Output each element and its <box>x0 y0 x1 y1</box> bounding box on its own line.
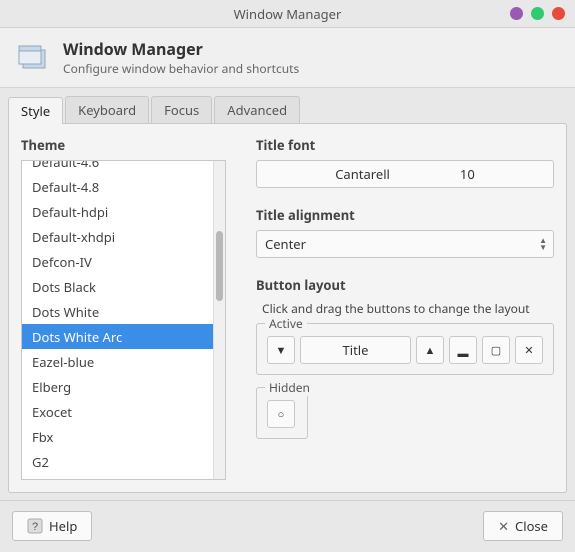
header-text: Window Manager Configure window behavior… <box>63 38 299 77</box>
help-button[interactable]: ? Help <box>12 511 92 541</box>
stick-button[interactable]: ○ <box>267 400 295 428</box>
header: Window Manager Configure window behavior… <box>0 28 575 88</box>
shade-button[interactable]: ▲ <box>416 336 444 364</box>
title-font-section: Title font Cantarell 10 <box>256 136 554 188</box>
footer: ? Help ✕ Close <box>0 500 575 552</box>
button-layout-section: Button layout Click and drag the buttons… <box>256 276 554 451</box>
tab-bar: Style Keyboard Focus Advanced <box>0 88 575 123</box>
theme-item[interactable]: Default-xhdpi <box>22 224 213 249</box>
theme-item[interactable]: Default-hdpi <box>22 199 213 224</box>
window-title: Window Manager <box>0 5 575 23</box>
theme-label: Theme <box>21 136 226 154</box>
theme-item[interactable]: Exocet <box>22 399 213 424</box>
theme-item[interactable]: Dots Black <box>22 274 213 299</box>
header-subtitle: Configure window behavior and shortcuts <box>63 60 299 77</box>
theme-item[interactable]: Dots White Arc <box>22 324 213 349</box>
hidden-frame-label: Hidden <box>265 379 314 396</box>
title-font-button[interactable]: Cantarell 10 <box>256 160 554 188</box>
right-column: Title font Cantarell 10 Title alignment … <box>256 136 554 480</box>
theme-item[interactable]: G2 <box>22 449 213 474</box>
header-title: Window Manager <box>63 38 299 60</box>
title-alignment-label: Title alignment <box>256 206 554 224</box>
hidden-frame: Hidden ○ <box>256 387 308 439</box>
tab-focus[interactable]: Focus <box>151 96 212 123</box>
active-frame-label: Active <box>265 315 307 332</box>
close-icon: ✕ <box>498 517 509 535</box>
close-label: Close <box>515 517 548 535</box>
style-pane: Theme Default-4.6Default-4.8Default-hdpi… <box>8 123 567 493</box>
help-icon: ? <box>27 518 43 534</box>
titlebar: Window Manager <box>0 0 575 28</box>
theme-listbox[interactable]: Default-4.6Default-4.8Default-hdpiDefaul… <box>21 160 226 480</box>
menu-button[interactable]: ▼ <box>267 336 295 364</box>
title-button[interactable]: Title <box>300 336 411 364</box>
button-layout-label: Button layout <box>256 276 554 294</box>
title-font-label: Title font <box>256 136 554 154</box>
alignment-value: Center <box>265 235 306 253</box>
font-size: 10 <box>460 165 475 183</box>
combo-arrows-icon: ▲▼ <box>539 237 547 251</box>
close-window-button[interactable] <box>552 7 565 20</box>
active-frame: Active ▼ Title ▲ ▬ ▢ ✕ <box>256 323 554 375</box>
title-alignment-combo[interactable]: Center ▲▼ <box>256 230 554 258</box>
theme-scrollbar[interactable] <box>213 161 225 479</box>
theme-item[interactable]: Eazel-blue <box>22 349 213 374</box>
title-alignment-section: Title alignment Center ▲▼ <box>256 206 554 258</box>
minimize-button[interactable] <box>510 7 523 20</box>
tab-advanced[interactable]: Advanced <box>214 96 300 123</box>
window-controls <box>510 7 565 20</box>
theme-item[interactable]: Fbx <box>22 424 213 449</box>
help-label: Help <box>49 517 77 535</box>
window-manager-icon <box>15 40 51 76</box>
close-layout-button[interactable]: ✕ <box>515 336 543 364</box>
theme-item[interactable]: Galaxy <box>22 474 213 480</box>
theme-item[interactable]: Default-4.6 <box>22 160 213 174</box>
font-name: Cantarell <box>335 165 390 183</box>
tab-keyboard[interactable]: Keyboard <box>65 96 149 123</box>
maximize-layout-button[interactable]: ▢ <box>482 336 510 364</box>
minimize-layout-button[interactable]: ▬ <box>449 336 477 364</box>
theme-item[interactable]: Defcon-IV <box>22 249 213 274</box>
close-button[interactable]: ✕ Close <box>483 511 563 541</box>
svg-text:?: ? <box>32 521 38 533</box>
theme-item[interactable]: Default-4.8 <box>22 174 213 199</box>
tab-style[interactable]: Style <box>8 97 63 124</box>
scroll-thumb[interactable] <box>216 231 223 301</box>
theme-section: Theme Default-4.6Default-4.8Default-hdpi… <box>21 136 226 480</box>
theme-item[interactable]: Dots White <box>22 299 213 324</box>
theme-item[interactable]: Elberg <box>22 374 213 399</box>
maximize-button[interactable] <box>531 7 544 20</box>
